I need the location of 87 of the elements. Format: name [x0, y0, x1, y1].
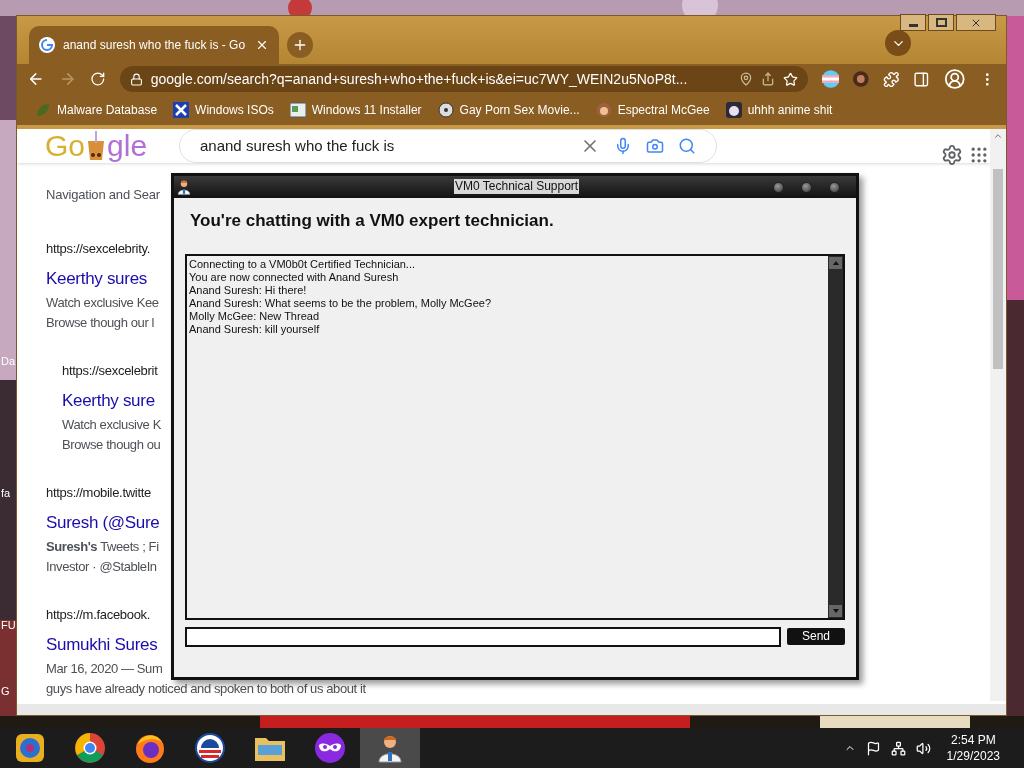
microphone-icon[interactable] — [614, 137, 632, 155]
reload-icon[interactable] — [90, 71, 106, 87]
logo-text: gle — [107, 131, 148, 161]
taskbar-button[interactable] — [360, 728, 420, 768]
close-icon[interactable] — [255, 38, 269, 52]
logo-text: Go — [45, 131, 86, 161]
avatar-icon[interactable] — [853, 71, 869, 87]
avatar-icon — [725, 101, 742, 118]
media-player-icon — [15, 733, 45, 763]
chat-message: Molly McGee: New Thread — [189, 309, 320, 323]
window-icon — [289, 101, 306, 118]
bookmark[interactable]: Windows 11 Installer — [289, 100, 422, 119]
scroll-up-button[interactable] — [829, 256, 842, 269]
disk-icon — [437, 101, 454, 118]
firefox-icon — [134, 732, 166, 764]
result-title[interactable]: Suresh (@Sure — [46, 509, 160, 537]
bookmark[interactable]: Malware Database — [35, 100, 158, 119]
result-title[interactable]: Sumukhi Sures — [46, 631, 158, 659]
result-description: guys have already noticed and spoken to both of us about it — [46, 680, 366, 698]
flag-icon[interactable] — [865, 740, 881, 756]
result-url: https://mobile.twitte — [46, 484, 151, 502]
chat-message: Anand Suresh: kill yourself — [189, 322, 321, 336]
down-arrow-icon — [832, 608, 839, 613]
maximize-icon — [935, 18, 947, 27]
profile-icon[interactable] — [943, 68, 966, 90]
scrollbar-thumb[interactable] — [993, 169, 1003, 369]
settings-icon[interactable] — [941, 144, 963, 166]
extensions-icon[interactable] — [882, 70, 900, 88]
maximize-button[interactable] — [928, 14, 954, 31]
bookmark[interactable]: Gay Porn Sex Movie... — [437, 100, 580, 119]
technician-icon — [176, 179, 192, 195]
chat-message: Connecting to a VM0b0t Certified Technician... — [189, 257, 417, 271]
minimize-button[interactable] — [900, 14, 926, 31]
result-title[interactable]: Keerthy sures — [46, 265, 147, 293]
result-description: Suresh's Tweets ; Fi — [46, 538, 159, 556]
bookmark[interactable]: Windows ISOs — [173, 100, 274, 119]
result-description: Browse though our l — [46, 314, 155, 332]
striped-circle-icon[interactable] — [821, 70, 840, 88]
send-button[interactable]: Send — [787, 628, 845, 645]
camera-icon[interactable] — [646, 137, 664, 155]
side-panel-icon[interactable] — [913, 70, 930, 88]
apps-icon[interactable] — [969, 145, 989, 165]
result-snippet: Navigation and Sear — [46, 186, 160, 204]
result-title[interactable]: Keerthy sure — [62, 387, 155, 415]
bookmark[interactable]: Espectral McGee — [595, 100, 710, 119]
address-text: google.com/search?q=anand+suresh+who+the+fuck+is&ei=uc7WY_WEIN2u5NoP8t... — [150, 69, 689, 89]
tab-title: anand suresh who the fuck is - Go — [63, 37, 247, 54]
lock-icon — [129, 72, 143, 86]
up-arrow-icon — [832, 260, 839, 265]
google-icon — [39, 37, 55, 53]
address-bar[interactable]: google.com/search?q=anand+suresh+who+the+fuck+is&ei=uc7WY_WEIN2u5NoP8t... — [119, 66, 808, 92]
minimize-icon — [908, 24, 918, 27]
result-description: Watch exclusive Kee — [46, 294, 159, 312]
chat-message: Anand Suresh: Hi there! — [189, 283, 308, 297]
chrome-icon — [74, 732, 106, 764]
bookmark-star-icon[interactable] — [782, 71, 798, 87]
result-url: https://sexcelebrit — [62, 362, 158, 380]
close-button[interactable] — [956, 14, 996, 31]
leaf-icon — [35, 101, 51, 118]
bookmark[interactable]: uhhh anime shit — [725, 100, 833, 119]
technician-icon — [375, 733, 405, 763]
plus-icon — [292, 37, 308, 53]
scroll-up-icon[interactable] — [993, 131, 1003, 141]
avatar-icon — [595, 101, 612, 118]
network-icon[interactable] — [890, 740, 906, 756]
x-logo-icon — [173, 101, 190, 118]
share-icon[interactable] — [760, 72, 775, 86]
chat-message: You are now connected with Anand Suresh — [189, 270, 400, 284]
result-url: https://sexcelebrity. — [46, 240, 150, 258]
location-icon[interactable] — [738, 72, 753, 86]
scroll-down-button[interactable] — [829, 604, 842, 617]
result-description: Mar 16, 2020 — Sum — [46, 660, 163, 678]
volume-icon[interactable] — [915, 740, 931, 756]
chat-heading: You're chatting with a VM0 expert technician. — [189, 210, 555, 232]
browser-tab[interactable]: anand suresh who the fuck is - Go — [29, 26, 279, 64]
chat-message: Anand Suresh: What seems to be the problem, Molly McGee? — [189, 296, 493, 310]
result-description: Watch exclusive K — [62, 416, 161, 434]
search-icon[interactable] — [678, 137, 696, 155]
result-url: https://m.facebook. — [46, 606, 151, 624]
mask-icon — [314, 732, 346, 764]
result-description: Browse though ou — [62, 436, 161, 454]
clock[interactable]: 2:54 PM 1/29/2023 — [946, 732, 1000, 764]
window-title: VM0 Technical Support — [454, 179, 580, 194]
sunrise-logo-icon — [195, 733, 225, 763]
new-tab-button[interactable] — [287, 32, 313, 58]
result-description: Investor · @StableIn — [46, 558, 157, 576]
message-input[interactable] — [185, 626, 781, 647]
